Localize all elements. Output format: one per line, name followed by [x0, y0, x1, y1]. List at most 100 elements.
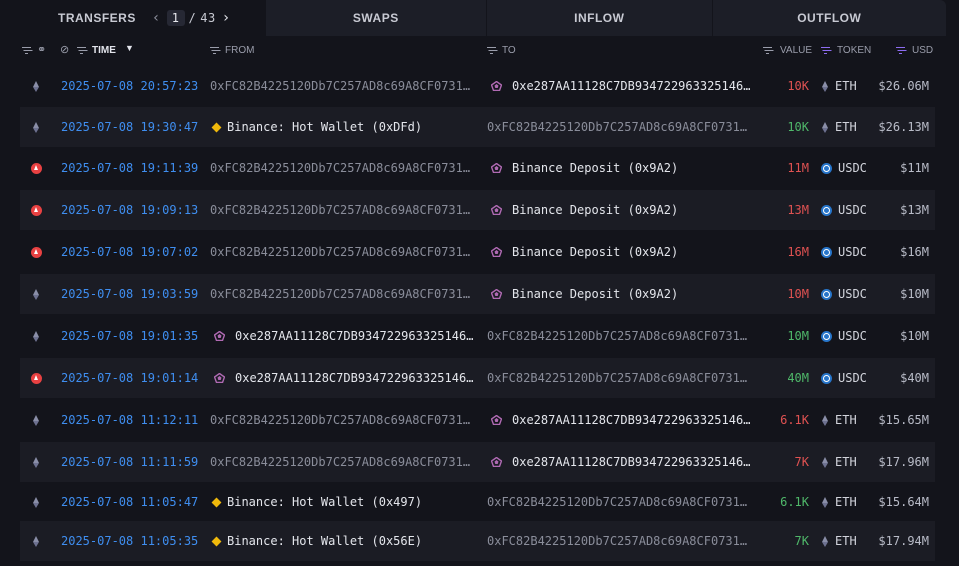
page-current[interactable]: 1 — [166, 10, 185, 26]
to-address[interactable]: Binance Deposit (0x9A2) — [512, 245, 678, 259]
table-row[interactable]: 2025-07-08 19:30:47 Binance: Hot Wallet (… — [20, 107, 935, 147]
header-value[interactable]: VALUE — [780, 45, 812, 56]
from-cell[interactable]: 0xFC82B4225120Db7C257AD8c69A8CF0731… — [210, 232, 478, 272]
from-address[interactable]: 0xFC82B4225120Db7C257AD8c69A8CF0731… — [210, 413, 470, 427]
from-cell[interactable]: 0xFC82B4225120Db7C257AD8c69A8CF0731… — [210, 66, 478, 106]
token-cell[interactable]: ETH — [821, 482, 857, 522]
to-cell[interactable]: Binance Deposit (0x9A2) — [487, 148, 755, 188]
token-cell[interactable]: USDC — [821, 358, 867, 398]
header-to[interactable]: TO — [502, 45, 516, 56]
table-row[interactable]: 2025-07-08 11:05:35 Binance: Hot Wallet (… — [20, 521, 935, 561]
header-from[interactable]: FROM — [225, 45, 254, 56]
table-row[interactable]: 2025-07-08 11:12:11 0xFC82B4225120Db7C257… — [20, 400, 935, 440]
from-cell[interactable]: 0xFC82B4225120Db7C257AD8c69A8CF0731… — [210, 400, 478, 440]
to-address[interactable]: 0xFC82B4225120Db7C257AD8c69A8CF0731… — [487, 120, 747, 134]
to-address[interactable]: Binance Deposit (0x9A2) — [512, 161, 678, 175]
from-cell[interactable]: Binance: Hot Wallet (0x497) — [210, 482, 478, 522]
link-icon[interactable]: ⚭ — [37, 43, 46, 56]
from-address[interactable]: 0xFC82B4225120Db7C257AD8c69A8CF0731… — [210, 161, 470, 175]
to-address[interactable]: Binance Deposit (0x9A2) — [512, 203, 678, 217]
to-cell[interactable]: 0xe287AA11128C7DB934722963325146… — [487, 400, 755, 440]
chevron-left-icon[interactable]: ‹ — [150, 10, 163, 26]
table-row[interactable]: 2025-07-08 19:11:39 0xFC82B4225120Db7C257… — [20, 148, 935, 188]
to-cell[interactable]: 0xFC82B4225120Db7C257AD8c69A8CF0731… — [487, 107, 755, 147]
from-filter-icon[interactable] — [210, 45, 222, 56]
token-cell[interactable]: ETH — [821, 442, 857, 482]
tab-inflow[interactable]: INFLOW — [487, 0, 713, 36]
value-filter-icon[interactable] — [763, 45, 775, 56]
token-cell[interactable]: USDC — [821, 148, 867, 188]
time-cell[interactable]: 2025-07-08 11:11:59 — [61, 442, 198, 482]
time-cell[interactable]: 2025-07-08 19:11:39 — [61, 148, 198, 188]
from-address[interactable]: Binance: Hot Wallet (0x497) — [227, 495, 422, 509]
to-cell[interactable]: Binance Deposit (0x9A2) — [487, 274, 755, 314]
hide-icon[interactable]: ⊘ — [60, 43, 69, 56]
from-address[interactable]: 0xFC82B4225120Db7C257AD8c69A8CF0731… — [210, 203, 470, 217]
from-cell[interactable]: 0xe287AA11128C7DB934722963325146… — [210, 316, 478, 356]
table-row[interactable]: 2025-07-08 19:01:35 0xe287AA11128C7DB9347… — [20, 316, 935, 356]
from-address[interactable]: 0xFC82B4225120Db7C257AD8c69A8CF0731… — [210, 79, 470, 93]
time-cell[interactable]: 2025-07-08 19:07:02 — [61, 232, 198, 272]
to-cell[interactable]: 0xe287AA11128C7DB934722963325146… — [487, 66, 755, 106]
header-time[interactable]: TIME — [92, 45, 116, 56]
time-cell[interactable]: 2025-07-08 19:01:35 — [61, 316, 198, 356]
from-cell[interactable]: Binance: Hot Wallet (0x56E) — [210, 521, 478, 561]
tab-outflow[interactable]: OUTFLOW — [712, 0, 946, 36]
to-address[interactable]: 0xe287AA11128C7DB934722963325146… — [512, 455, 750, 469]
token-cell[interactable]: ETH — [821, 107, 857, 147]
from-cell[interactable]: 0xFC82B4225120Db7C257AD8c69A8CF0731… — [210, 148, 478, 188]
token-cell[interactable]: USDC — [821, 274, 867, 314]
time-cell[interactable]: 2025-07-08 11:12:11 — [61, 400, 198, 440]
to-address[interactable]: 0xFC82B4225120Db7C257AD8c69A8CF0731… — [487, 495, 747, 509]
tab-swaps[interactable]: SWAPS — [265, 0, 488, 36]
from-address[interactable]: 0xe287AA11128C7DB934722963325146… — [235, 329, 473, 343]
to-address[interactable]: 0xFC82B4225120Db7C257AD8c69A8CF0731… — [487, 371, 747, 385]
to-address[interactable]: Binance Deposit (0x9A2) — [512, 287, 678, 301]
to-filter-icon[interactable] — [487, 45, 499, 56]
table-row[interactable]: 2025-07-08 11:11:59 0xFC82B4225120Db7C257… — [20, 442, 935, 482]
time-cell[interactable]: 2025-07-08 20:57:23 — [61, 66, 198, 106]
to-cell[interactable]: 0xFC82B4225120Db7C257AD8c69A8CF0731… — [487, 316, 755, 356]
table-row[interactable]: 2025-07-08 19:09:13 0xFC82B4225120Db7C257… — [20, 190, 935, 230]
to-address[interactable]: 0xFC82B4225120Db7C257AD8c69A8CF0731… — [487, 534, 747, 548]
to-cell[interactable]: 0xe287AA11128C7DB934722963325146… — [487, 442, 755, 482]
token-cell[interactable]: ETH — [821, 521, 857, 561]
time-cell[interactable]: 2025-07-08 19:01:14 — [61, 358, 198, 398]
from-address[interactable]: 0xFC82B4225120Db7C257AD8c69A8CF0731… — [210, 245, 470, 259]
usd-filter-icon[interactable] — [896, 45, 908, 56]
from-address[interactable]: Binance: Hot Wallet (0x56E) — [227, 534, 422, 548]
time-cell[interactable]: 2025-07-08 11:05:35 — [61, 521, 198, 561]
table-row[interactable]: 2025-07-08 20:57:23 0xFC82B4225120Db7C257… — [20, 66, 935, 106]
to-cell[interactable]: 0xFC82B4225120Db7C257AD8c69A8CF0731… — [487, 482, 755, 522]
tab-transfers[interactable]: TRANSFERS ‹ 1 / 43 › — [0, 0, 266, 36]
chevron-right-icon[interactable]: › — [220, 10, 233, 26]
to-address[interactable]: 0xe287AA11128C7DB934722963325146… — [512, 79, 750, 93]
to-address[interactable]: 0xFC82B4225120Db7C257AD8c69A8CF0731… — [487, 329, 747, 343]
token-cell[interactable]: USDC — [821, 232, 867, 272]
from-cell[interactable]: 0xFC82B4225120Db7C257AD8c69A8CF0731… — [210, 442, 478, 482]
token-cell[interactable]: ETH — [821, 66, 857, 106]
from-address[interactable]: Binance: Hot Wallet (0xDFd) — [227, 120, 422, 134]
header-usd[interactable]: USD — [912, 45, 933, 56]
time-cell[interactable]: 2025-07-08 19:30:47 — [61, 107, 198, 147]
header-token[interactable]: TOKEN — [837, 45, 871, 56]
from-cell[interactable]: Binance: Hot Wallet (0xDFd) — [210, 107, 478, 147]
from-cell[interactable]: 0xFC82B4225120Db7C257AD8c69A8CF0731… — [210, 274, 478, 314]
table-row[interactable]: 2025-07-08 11:05:47 Binance: Hot Wallet (… — [20, 482, 935, 522]
from-address[interactable]: 0xFC82B4225120Db7C257AD8c69A8CF0731… — [210, 455, 470, 469]
token-filter-icon[interactable] — [821, 45, 833, 56]
chain-filter-icon[interactable] — [22, 45, 34, 56]
to-cell[interactable]: Binance Deposit (0x9A2) — [487, 190, 755, 230]
token-cell[interactable]: USDC — [821, 316, 867, 356]
token-cell[interactable]: USDC — [821, 190, 867, 230]
time-cell[interactable]: 2025-07-08 19:09:13 — [61, 190, 198, 230]
table-row[interactable]: 2025-07-08 19:03:59 0xFC82B4225120Db7C257… — [20, 274, 935, 314]
from-cell[interactable]: 0xe287AA11128C7DB934722963325146… — [210, 358, 478, 398]
token-cell[interactable]: ETH — [821, 400, 857, 440]
time-filter-icon[interactable] — [77, 45, 89, 56]
from-cell[interactable]: 0xFC82B4225120Db7C257AD8c69A8CF0731… — [210, 190, 478, 230]
time-cell[interactable]: 2025-07-08 19:03:59 — [61, 274, 198, 314]
to-cell[interactable]: 0xFC82B4225120Db7C257AD8c69A8CF0731… — [487, 358, 755, 398]
time-cell[interactable]: 2025-07-08 11:05:47 — [61, 482, 198, 522]
from-address[interactable]: 0xe287AA11128C7DB934722963325146… — [235, 371, 473, 385]
